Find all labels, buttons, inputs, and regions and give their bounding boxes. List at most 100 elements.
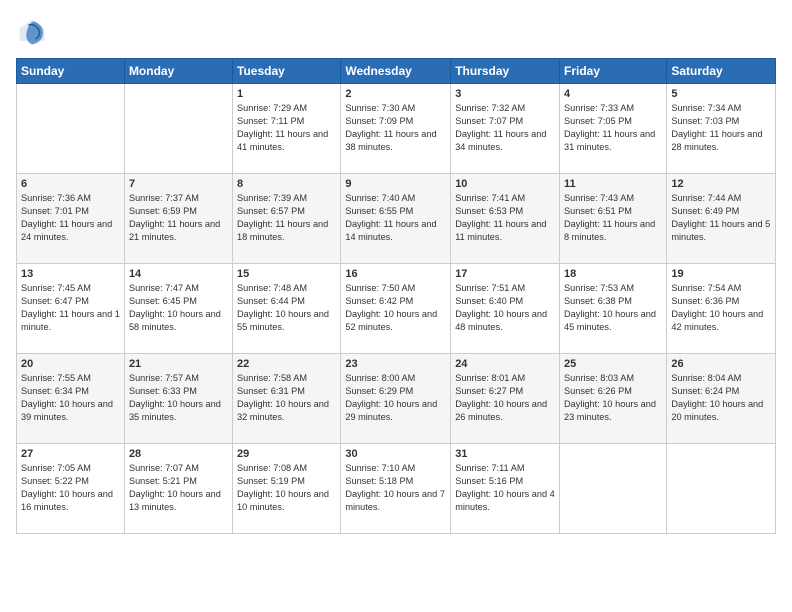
calendar-cell xyxy=(124,84,232,174)
day-info: Sunrise: 7:05 AMSunset: 5:22 PMDaylight:… xyxy=(21,462,120,514)
calendar-cell: 27Sunrise: 7:05 AMSunset: 5:22 PMDayligh… xyxy=(17,444,125,534)
day-number: 18 xyxy=(564,268,662,280)
calendar-cell: 22 Sunrise: 7:58 AMSunset: 6:31 PMDayligh… xyxy=(233,354,341,444)
calendar-cell: 28Sunrise: 7:07 AMSunset: 5:21 PMDayligh… xyxy=(124,444,232,534)
day-info: Sunrise: 7:41 AMSunset: 6:53 PMDaylight:… xyxy=(455,192,555,244)
calendar-cell: 26 Sunrise: 8:04 AMSunset: 6:24 PMDayligh… xyxy=(667,354,776,444)
day-number: 16 xyxy=(345,268,446,280)
calendar-cell: 6 Sunrise: 7:36 AMSunset: 7:01 PMDaylight… xyxy=(17,174,125,264)
calendar-cell: 30 Sunrise: 7:10 AMSunset: 5:18 PMDayligh… xyxy=(341,444,451,534)
day-number: 22 xyxy=(237,358,336,370)
calendar-week-1: 1Sunrise: 7:29 AMSunset: 7:11 PMDaylight… xyxy=(17,84,776,174)
day-info: Sunrise: 8:03 AMSunset: 6:26 PMDaylight:… xyxy=(564,372,662,424)
calendar-cell: 10 Sunrise: 7:41 AMSunset: 6:53 PMDayligh… xyxy=(451,174,560,264)
day-info: Sunrise: 7:30 AMSunset: 7:09 PMDaylight:… xyxy=(345,102,446,154)
logo-icon xyxy=(16,16,48,48)
day-info: Sunrise: 7:47 AMSunset: 6:45 PMDaylight:… xyxy=(129,282,228,334)
calendar-cell: 4Sunrise: 7:33 AMSunset: 7:05 PMDaylight… xyxy=(560,84,667,174)
day-info: Sunrise: 7:58 AMSunset: 6:31 PMDaylight:… xyxy=(237,372,336,424)
day-number: 20 xyxy=(21,358,120,370)
logo xyxy=(16,16,50,48)
day-info: Sunrise: 7:53 AMSunset: 6:38 PMDaylight:… xyxy=(564,282,662,334)
calendar-cell: 1Sunrise: 7:29 AMSunset: 7:11 PMDaylight… xyxy=(233,84,341,174)
day-info: Sunrise: 7:54 AMSunset: 6:36 PMDaylight:… xyxy=(671,282,771,334)
day-info: Sunrise: 8:00 AMSunset: 6:29 PMDaylight:… xyxy=(345,372,446,424)
day-info: Sunrise: 8:01 AMSunset: 6:27 PMDaylight:… xyxy=(455,372,555,424)
calendar-cell: 17 Sunrise: 7:51 AMSunset: 6:40 PMDayligh… xyxy=(451,264,560,354)
weekday-header-saturday: Saturday xyxy=(667,59,776,84)
calendar-cell xyxy=(17,84,125,174)
weekday-header-tuesday: Tuesday xyxy=(233,59,341,84)
day-info: Sunrise: 7:43 AMSunset: 6:51 PMDaylight:… xyxy=(564,192,662,244)
weekday-header-friday: Friday xyxy=(560,59,667,84)
day-number: 10 xyxy=(455,178,555,190)
day-info: Sunrise: 7:32 AMSunset: 7:07 PMDaylight:… xyxy=(455,102,555,154)
day-info: Sunrise: 7:07 AMSunset: 5:21 PMDaylight:… xyxy=(129,462,228,514)
day-number: 7 xyxy=(129,178,228,190)
day-info: Sunrise: 7:45 AMSunset: 6:47 PMDaylight:… xyxy=(21,282,120,334)
day-number: 17 xyxy=(455,268,555,280)
calendar-cell: 25 Sunrise: 8:03 AMSunset: 6:26 PMDayligh… xyxy=(560,354,667,444)
calendar-cell: 29 Sunrise: 7:08 AMSunset: 5:19 PMDayligh… xyxy=(233,444,341,534)
day-info: Sunrise: 7:08 AMSunset: 5:19 PMDaylight:… xyxy=(237,462,336,514)
calendar-header: SundayMondayTuesdayWednesdayThursdayFrid… xyxy=(17,59,776,84)
day-number: 12 xyxy=(671,178,771,190)
day-info: Sunrise: 8:04 AMSunset: 6:24 PMDaylight:… xyxy=(671,372,771,424)
day-info: Sunrise: 7:48 AMSunset: 6:44 PMDaylight:… xyxy=(237,282,336,334)
calendar-cell: 21Sunrise: 7:57 AMSunset: 6:33 PMDayligh… xyxy=(124,354,232,444)
day-info: Sunrise: 7:50 AMSunset: 6:42 PMDaylight:… xyxy=(345,282,446,334)
day-info: Sunrise: 7:36 AMSunset: 7:01 PMDaylight:… xyxy=(21,192,120,244)
day-info: Sunrise: 7:34 AMSunset: 7:03 PMDaylight:… xyxy=(671,102,771,154)
calendar-cell: 18 Sunrise: 7:53 AMSunset: 6:38 PMDayligh… xyxy=(560,264,667,354)
day-number: 25 xyxy=(564,358,662,370)
day-number: 9 xyxy=(345,178,446,190)
day-info: Sunrise: 7:29 AMSunset: 7:11 PMDaylight:… xyxy=(237,102,336,154)
calendar-cell: 11 Sunrise: 7:43 AMSunset: 6:51 PMDayligh… xyxy=(560,174,667,264)
calendar-cell: 12 Sunrise: 7:44 AMSunset: 6:49 PMDayligh… xyxy=(667,174,776,264)
day-number: 11 xyxy=(564,178,662,190)
calendar-cell: 31Sunrise: 7:11 AMSunset: 5:16 PMDayligh… xyxy=(451,444,560,534)
calendar-week-4: 20 Sunrise: 7:55 AMSunset: 6:34 PMDayligh… xyxy=(17,354,776,444)
calendar-week-5: 27Sunrise: 7:05 AMSunset: 5:22 PMDayligh… xyxy=(17,444,776,534)
calendar-cell: 13 Sunrise: 7:45 AMSunset: 6:47 PMDayligh… xyxy=(17,264,125,354)
weekday-header-monday: Monday xyxy=(124,59,232,84)
day-number: 3 xyxy=(455,88,555,100)
calendar-cell: 15 Sunrise: 7:48 AMSunset: 6:44 PMDayligh… xyxy=(233,264,341,354)
day-number: 8 xyxy=(237,178,336,190)
day-number: 24 xyxy=(455,358,555,370)
day-info: Sunrise: 7:55 AMSunset: 6:34 PMDaylight:… xyxy=(21,372,120,424)
weekday-header-wednesday: Wednesday xyxy=(341,59,451,84)
calendar-cell: 2 Sunrise: 7:30 AMSunset: 7:09 PMDaylight… xyxy=(341,84,451,174)
day-number: 30 xyxy=(345,448,446,460)
calendar-cell: 3 Sunrise: 7:32 AMSunset: 7:07 PMDaylight… xyxy=(451,84,560,174)
day-number: 23 xyxy=(345,358,446,370)
day-number: 26 xyxy=(671,358,771,370)
calendar-cell xyxy=(667,444,776,534)
day-number: 15 xyxy=(237,268,336,280)
calendar-cell: 16 Sunrise: 7:50 AMSunset: 6:42 PMDayligh… xyxy=(341,264,451,354)
calendar-cell: 9Sunrise: 7:40 AMSunset: 6:55 PMDaylight… xyxy=(341,174,451,264)
calendar-cell: 20 Sunrise: 7:55 AMSunset: 6:34 PMDayligh… xyxy=(17,354,125,444)
day-info: Sunrise: 7:51 AMSunset: 6:40 PMDaylight:… xyxy=(455,282,555,334)
calendar-cell: 24 Sunrise: 8:01 AMSunset: 6:27 PMDayligh… xyxy=(451,354,560,444)
calendar-cell: 19 Sunrise: 7:54 AMSunset: 6:36 PMDayligh… xyxy=(667,264,776,354)
page: SundayMondayTuesdayWednesdayThursdayFrid… xyxy=(0,0,792,550)
day-number: 2 xyxy=(345,88,446,100)
weekday-header-thursday: Thursday xyxy=(451,59,560,84)
day-number: 6 xyxy=(21,178,120,190)
calendar-cell: 8Sunrise: 7:39 AMSunset: 6:57 PMDaylight… xyxy=(233,174,341,264)
day-number: 29 xyxy=(237,448,336,460)
day-number: 21 xyxy=(129,358,228,370)
calendar-week-3: 13 Sunrise: 7:45 AMSunset: 6:47 PMDayligh… xyxy=(17,264,776,354)
day-number: 13 xyxy=(21,268,120,280)
day-info: Sunrise: 7:10 AMSunset: 5:18 PMDaylight:… xyxy=(345,462,446,514)
calendar-body: 1Sunrise: 7:29 AMSunset: 7:11 PMDaylight… xyxy=(17,84,776,534)
day-info: Sunrise: 7:11 AMSunset: 5:16 PMDaylight:… xyxy=(455,462,555,514)
day-number: 19 xyxy=(671,268,771,280)
day-info: Sunrise: 7:37 AMSunset: 6:59 PMDaylight:… xyxy=(129,192,228,244)
calendar-week-2: 6 Sunrise: 7:36 AMSunset: 7:01 PMDaylight… xyxy=(17,174,776,264)
weekday-row: SundayMondayTuesdayWednesdayThursdayFrid… xyxy=(17,59,776,84)
day-info: Sunrise: 7:44 AMSunset: 6:49 PMDaylight:… xyxy=(671,192,771,244)
calendar-cell: 14Sunrise: 7:47 AMSunset: 6:45 PMDayligh… xyxy=(124,264,232,354)
header xyxy=(16,16,776,48)
